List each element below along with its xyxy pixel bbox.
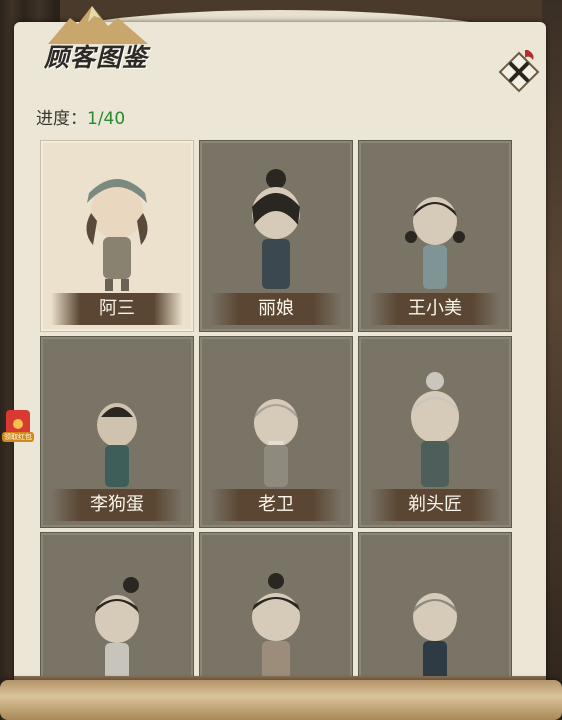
customer-name: 剃头匠 [369,489,501,521]
customer-card[interactable]: 阿三 [40,140,194,332]
customer-portrait-icon [254,399,298,487]
customer-name: 老卫 [210,489,342,521]
customer-portrait-icon [252,169,300,289]
customer-portrait-icon [405,197,465,289]
customer-name: 王小美 [369,293,501,325]
customer-name: 丽娘 [210,293,342,325]
scroll-roller [0,680,562,720]
customer-portrait-icon [252,573,300,678]
customer-card[interactable] [358,532,512,678]
customer-portrait-icon [86,179,148,291]
page-title: 顾客图鉴 [44,43,149,72]
customer-card[interactable] [40,532,194,678]
customer-card[interactable]: 王小美 [358,140,512,332]
customer-portrait-icon [97,403,137,487]
customer-name: 阿三 [51,293,183,325]
customer-card[interactable]: 老卫 [199,336,353,528]
customer-card[interactable]: 丽娘 [199,140,353,332]
customer-name: 李狗蛋 [51,489,183,521]
customer-portrait-icon [95,577,139,678]
progress-label: 进度： [36,109,87,129]
customer-grid: 阿三 丽娘 王小美 李狗蛋 老卫 剃头匠 [38,138,514,678]
gift-label[interactable]: 领取红包 [2,432,34,442]
customer-card[interactable]: 剃头匠 [358,336,512,528]
progress-text: 进度：1/40 [36,104,125,129]
customer-portrait-icon [413,593,457,678]
customer-card[interactable]: 李狗蛋 [40,336,194,528]
close-icon[interactable] [497,50,541,94]
customer-card[interactable] [199,532,353,678]
progress-value: 1/40 [87,109,126,129]
customer-portrait-icon [411,372,459,487]
